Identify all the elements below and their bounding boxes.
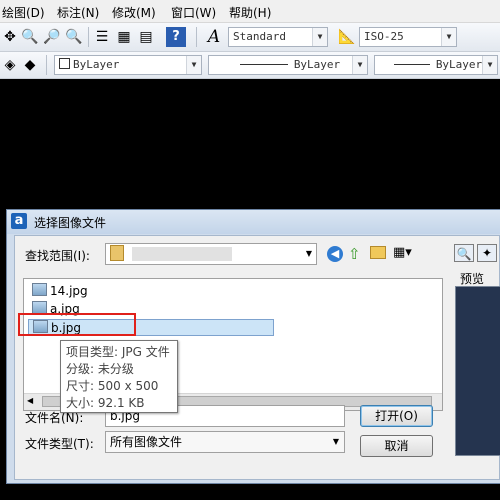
linetype-value: ByLayer [293, 58, 341, 71]
list-item[interactable]: 14.jpg [32, 283, 88, 300]
folder-icon [110, 245, 124, 261]
redacted-path [131, 247, 232, 261]
lookin-label: 查找范围(I): [25, 249, 90, 263]
chevron-down-icon[interactable]: ▼ [482, 56, 497, 74]
properties-toolbar: ◈ ◆ ByLayer ▼ ByLayer ▼ ByLayer ▼ [0, 52, 500, 79]
app-icon: a [11, 213, 27, 229]
color-select[interactable]: ByLayer ▼ [54, 55, 202, 75]
chevron-down-icon[interactable]: ▼ [306, 244, 312, 264]
filetype-select[interactable]: 所有图像文件 ▼ [105, 431, 345, 453]
tools-icon[interactable]: ✦ [477, 244, 497, 262]
tooltip-type: 项目类型: JPG 文件 [66, 345, 170, 359]
dialog-titlebar[interactable]: a 选择图像文件 [7, 210, 500, 234]
search-icon[interactable]: 🔍 [454, 244, 474, 262]
dim-style-select[interactable]: ISO-25 ▼ [359, 27, 457, 47]
layer-previous-icon[interactable]: ◈ [0, 55, 20, 75]
dialog-title: 选择图像文件 [34, 216, 107, 230]
preview-pane [455, 286, 500, 456]
view-menu-icon[interactable]: ▦▾ [393, 245, 412, 260]
line-sample-icon [393, 64, 430, 65]
image-file-icon [32, 283, 47, 296]
text-style-icon: A [207, 27, 221, 47]
filetype-label: 文件类型(T): [25, 437, 94, 451]
filetype-value: 所有图像文件 [110, 435, 183, 449]
chevron-down-icon[interactable]: ▼ [333, 432, 339, 452]
dim-style-icon: 📐 [338, 29, 356, 45]
zoom-realtime-icon[interactable]: 🔍 [20, 27, 40, 47]
preview-label: 预览 [460, 272, 485, 286]
toolbar-separator [88, 27, 89, 47]
text-style-select[interactable]: Standard ▼ [228, 27, 328, 47]
zoom-window-icon[interactable]: 🔎 [42, 27, 62, 47]
highlight-box [18, 313, 136, 336]
tooltip-rating: 分级: 未分级 [66, 362, 134, 376]
make-object-layer-current-icon[interactable]: ◆ [20, 55, 40, 75]
chevron-down-icon[interactable]: ▼ [312, 28, 327, 46]
tooltip-size: 大小: 92.1 KB [66, 396, 145, 410]
pan-icon[interactable]: ✥ [0, 27, 20, 47]
properties-icon[interactable]: ☰ [92, 27, 112, 47]
file-name: 14.jpg [50, 284, 88, 298]
color-value: ByLayer [73, 58, 120, 71]
design-center-icon[interactable]: ▦ [114, 27, 134, 47]
chevron-down-icon[interactable]: ▼ [352, 56, 367, 74]
standard-toolbar: ✥ 🔍 🔎 🔍 ☰ ▦ ▤ ? A Standard ▼ 📐 ISO-25 ▼ [0, 23, 500, 52]
help-icon[interactable]: ? [166, 27, 186, 47]
lineweight-select[interactable]: ByLayer ▼ [374, 55, 498, 75]
chevron-down-icon[interactable]: ▼ [186, 56, 201, 74]
up-folder-icon[interactable]: ⇧ [348, 245, 361, 263]
color-swatch-icon [59, 58, 70, 69]
new-folder-icon[interactable] [370, 246, 386, 259]
dim-style-value: ISO-25 [364, 30, 404, 43]
chevron-down-icon[interactable]: ▼ [441, 28, 456, 46]
back-icon[interactable]: ◀ [327, 246, 343, 262]
menu-help[interactable]: 帮助(H) [229, 4, 271, 21]
tooltip-dimensions: 尺寸: 500 x 500 [66, 379, 159, 393]
tool-palettes-icon[interactable]: ▤ [136, 27, 156, 47]
linetype-select[interactable]: ByLayer ▼ [208, 55, 368, 75]
menu-bar: 绘图(D) 标注(N) 修改(M) 窗口(W) 帮助(H) [0, 0, 500, 23]
open-button[interactable]: 打开(O) [360, 405, 433, 427]
lineweight-value: ByLayer [435, 58, 483, 71]
file-info-tooltip: 项目类型: JPG 文件 分级: 未分级 尺寸: 500 x 500 大小: 9… [60, 340, 178, 413]
text-style-value: Standard [233, 30, 286, 43]
menu-modify[interactable]: 修改(M) [112, 4, 156, 21]
cancel-button[interactable]: 取消 [360, 435, 433, 457]
toolbar-separator [46, 55, 47, 75]
toolbar-separator [196, 27, 197, 47]
menu-window[interactable]: 窗口(W) [171, 4, 216, 21]
menu-draw[interactable]: 绘图(D) [2, 4, 45, 21]
lookin-select[interactable]: ▼ [105, 243, 317, 265]
scroll-left-icon[interactable]: ◀ [27, 396, 33, 405]
line-sample-icon [239, 64, 288, 65]
zoom-previous-icon[interactable]: 🔍 [64, 27, 84, 47]
menu-dimension[interactable]: 标注(N) [57, 4, 99, 21]
